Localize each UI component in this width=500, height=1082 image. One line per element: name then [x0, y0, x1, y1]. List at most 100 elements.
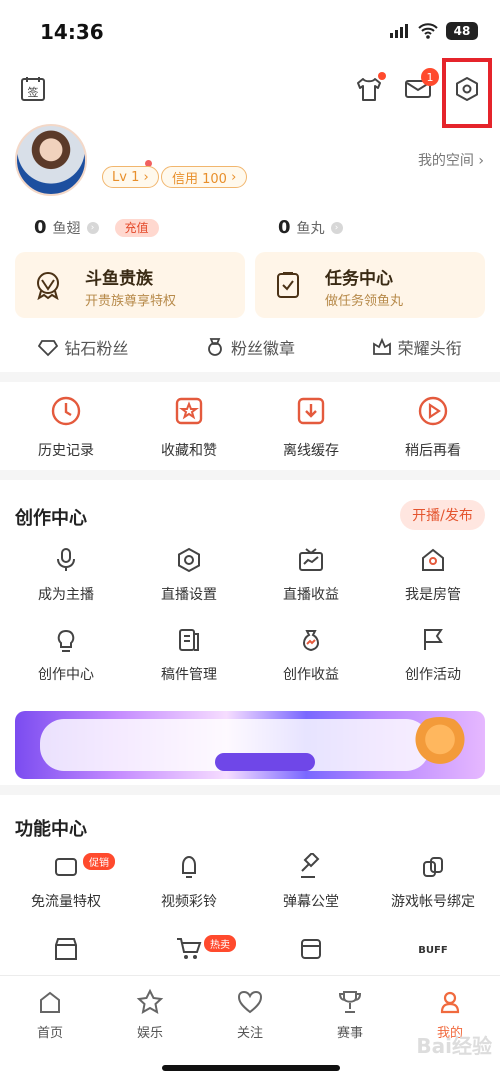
live-earnings-label: 直播收益 [283, 587, 339, 603]
creation-activity-button[interactable]: 创作活动 [378, 626, 488, 684]
my-profile-page: 14:36 48 签 1 Lv 1 › 信用 100 › 我的空间 › 0 鱼翅… [0, 0, 500, 1082]
star-icon [136, 988, 164, 1014]
creator-center-button[interactable]: 创作中心 [11, 626, 121, 684]
game-account-label: 游戏帐号绑定 [391, 894, 475, 910]
free-data-label: 免流量特权 [31, 894, 101, 910]
house-icon [422, 548, 444, 571]
fishfin-value: 0 [34, 217, 47, 238]
recharge-button[interactable]: 充值 [114, 218, 159, 237]
creation-earnings-label: 创作收益 [283, 667, 339, 683]
buff-button[interactable]: BUFF [378, 935, 488, 973]
my-space-text: 我的空间 [417, 153, 474, 169]
profile-icon [440, 991, 460, 1014]
status-bar: 14:36 48 [0, 0, 500, 62]
heart-icon [237, 990, 263, 1014]
mail-badge: 1 [421, 68, 439, 86]
nav-events[interactable]: 赛事 [300, 988, 400, 1041]
history-button[interactable]: 历史记录 [11, 394, 121, 460]
lightbulb-icon [57, 629, 75, 652]
sign-in-icon[interactable]: 签 [20, 76, 46, 102]
fishfin-info-icon[interactable]: › [86, 221, 99, 234]
become-streamer-button[interactable]: 成为主播 [11, 546, 121, 604]
store-icon [55, 938, 77, 960]
favorites-icon [175, 397, 203, 425]
fishball-balance: 0 鱼丸 › [278, 217, 343, 238]
promo-banner[interactable] [15, 711, 485, 779]
nav-follow-label: 关注 [236, 1026, 263, 1041]
shopping-cart-button[interactable]: 热卖 [134, 935, 244, 973]
store-button[interactable] [11, 935, 121, 973]
diamond-fan-label: 钻石粉丝 [64, 339, 129, 358]
bell-icon [182, 855, 196, 878]
game-account-button[interactable]: 游戏帐号绑定 [378, 853, 488, 911]
promo-badge: 促销 [83, 853, 115, 870]
video-ringtone-label: 视频彩铃 [161, 894, 217, 910]
offline-cache-label: 离线缓存 [283, 443, 339, 459]
my-space-link[interactable]: 我的空间 › [418, 150, 484, 170]
level-badge[interactable]: Lv 1 › [102, 166, 159, 188]
trophy-icon [338, 991, 362, 1013]
home-indicator [162, 1065, 340, 1071]
publish-button[interactable]: 开播/发布 [400, 500, 485, 530]
creation-activity-label: 创作活动 [405, 667, 461, 683]
wifi-icon [418, 23, 438, 39]
shirt-icon[interactable] [354, 76, 384, 102]
creation-earnings-button[interactable]: 创作收益 [256, 626, 366, 684]
fan-badge-label: 粉丝徽章 [230, 339, 295, 358]
buff-logo-icon: BUFF [419, 945, 447, 956]
home-icon [40, 991, 60, 1013]
nav-events-label: 赛事 [336, 1026, 363, 1041]
honor-title-link[interactable]: 荣耀头衔 [372, 335, 462, 359]
honor-title-label: 荣耀头衔 [397, 339, 462, 358]
fishball-info-icon[interactable]: › [330, 221, 343, 234]
svg-text:BUFF: BUFF [419, 945, 447, 956]
diamond-fan-link[interactable]: 钻石粉丝 [38, 335, 128, 359]
watch-later-label: 稍后再看 [405, 443, 461, 459]
creator-center-title: 创作中心 [15, 508, 87, 529]
room-manager-button[interactable]: 我是房管 [378, 546, 488, 604]
fishfin-unit: 鱼翅 [52, 220, 81, 237]
hot-sale-badge: 热卖 [204, 935, 236, 952]
task-subtitle: 做任务领鱼丸 [325, 294, 404, 309]
nav-entertainment[interactable]: 娱乐 [100, 988, 200, 1041]
document-icon [179, 629, 199, 651]
box-button[interactable] [256, 935, 366, 973]
history-icon [51, 396, 81, 426]
danmaku-court-label: 弹幕公堂 [283, 894, 339, 910]
video-ringtone-button[interactable]: 视频彩铃 [134, 853, 244, 911]
play-later-icon [418, 396, 448, 426]
shirt-notification-dot [378, 72, 386, 80]
task-icon [277, 272, 299, 298]
box-icon [301, 939, 321, 959]
status-icons: 48 [390, 22, 478, 40]
avatar[interactable] [15, 124, 87, 196]
fan-badge-link[interactable]: 粉丝徽章 [205, 335, 295, 359]
become-streamer-label: 成为主播 [38, 587, 94, 603]
watermark: Bai经验 [416, 1034, 492, 1058]
offline-cache-button[interactable]: 离线缓存 [256, 394, 366, 460]
diamond-icon [38, 340, 59, 357]
favorites-button[interactable]: 收藏和赞 [134, 394, 244, 460]
watch-later-button[interactable]: 稍后再看 [378, 394, 488, 460]
live-settings-button[interactable]: 直播设置 [134, 546, 244, 604]
fishfin-balance: 0 鱼翅 › 充值 [34, 217, 159, 238]
flag-icon [424, 629, 443, 650]
fishball-unit: 鱼丸 [296, 220, 325, 237]
quick-actions: 历史记录 收藏和赞 离线缓存 稍后再看 [0, 382, 500, 470]
banner-character [405, 717, 475, 773]
danmaku-court-button[interactable]: 弹幕公堂 [256, 853, 366, 911]
credit-badge[interactable]: 信用 100 › [161, 166, 248, 188]
nav-home-label: 首页 [36, 1026, 63, 1041]
creator-center-label: 创作中心 [38, 667, 94, 683]
nav-home[interactable]: 首页 [0, 988, 100, 1041]
manuscript-manage-button[interactable]: 稿件管理 [134, 626, 244, 684]
noble-card[interactable]: 斗鱼贵族 开贵族尊享特权 [15, 252, 245, 318]
download-icon [297, 397, 325, 425]
battery-icon: 48 [446, 22, 478, 40]
gavel-icon [301, 853, 320, 878]
task-center-card[interactable]: 任务中心 做任务领鱼丸 [255, 252, 485, 318]
history-label: 历史记录 [38, 443, 94, 459]
nav-follow[interactable]: 关注 [200, 988, 300, 1041]
live-earnings-button[interactable]: 直播收益 [256, 546, 366, 604]
free-data-button[interactable]: 促销 免流量特权 [11, 853, 121, 911]
